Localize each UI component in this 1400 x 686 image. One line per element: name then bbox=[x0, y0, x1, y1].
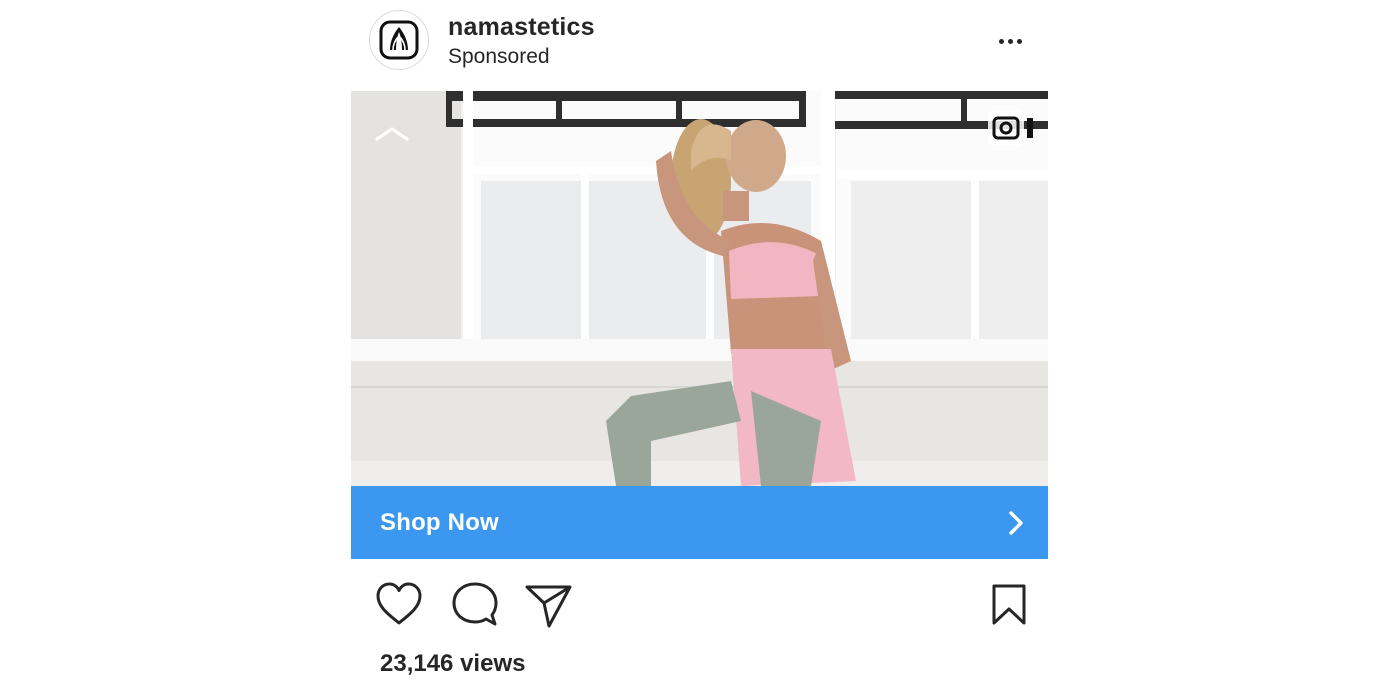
comment-icon[interactable] bbox=[451, 582, 499, 633]
video-camera-icon bbox=[987, 109, 1039, 147]
sponsored-label: Sponsored bbox=[448, 45, 550, 68]
video-frame-image bbox=[351, 91, 1048, 486]
chevron-right-icon bbox=[1009, 510, 1023, 535]
more-options-icon[interactable] bbox=[991, 26, 1029, 56]
paper-plane-icon[interactable] bbox=[525, 583, 573, 634]
chevron-up-icon[interactable] bbox=[373, 121, 411, 145]
avatar[interactable] bbox=[369, 10, 429, 70]
view-count[interactable]: 23,146 views bbox=[380, 650, 525, 678]
heart-icon[interactable] bbox=[375, 582, 423, 633]
account-username[interactable]: namastetics bbox=[448, 13, 595, 42]
post-media[interactable] bbox=[351, 91, 1048, 486]
praying-hands-logo-icon bbox=[379, 20, 419, 60]
instagram-post: namastetics Sponsored Shop Now 23,146 vi… bbox=[351, 0, 1048, 686]
bookmark-icon[interactable] bbox=[990, 583, 1028, 632]
shop-now-label: Shop Now bbox=[380, 508, 499, 536]
shop-now-button[interactable]: Shop Now bbox=[351, 486, 1048, 559]
